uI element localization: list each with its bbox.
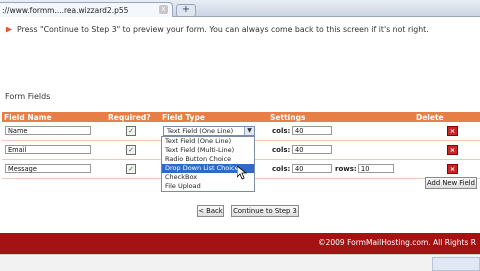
field-type-select[interactable]: Text Field (One Line) ▼ bbox=[163, 126, 255, 136]
footer-bar: ©2009 FormMailHosting.com. All Rights R bbox=[0, 233, 480, 254]
new-tab-button[interactable]: + bbox=[176, 4, 196, 17]
header-required: Required? bbox=[108, 113, 151, 122]
header-field-name: Field Name bbox=[4, 113, 52, 122]
section-title: Form Fields bbox=[5, 92, 51, 101]
back-button[interactable]: < Back bbox=[197, 205, 224, 217]
required-checkbox[interactable]: ✓ bbox=[126, 126, 136, 136]
field-name-input[interactable]: Message bbox=[5, 164, 91, 173]
field-type-dropdown-list: Text Field (One Line) Text Field (Multi-… bbox=[161, 136, 255, 192]
table-header: Field Name Required? Field Type Settings… bbox=[2, 112, 480, 122]
dropdown-option[interactable]: Radio Button Choice bbox=[162, 155, 254, 164]
system-tray bbox=[432, 257, 480, 271]
required-checkbox[interactable]: ✓ bbox=[126, 145, 136, 155]
instruction-text: Press "Continue to Step 3" to preview yo… bbox=[17, 25, 429, 34]
cols-label: cols: bbox=[272, 165, 291, 173]
field-name-input[interactable]: Name bbox=[5, 126, 91, 135]
browser-tab-strip: ://www.formm....rea.wizzard2.p55 x + bbox=[0, 0, 480, 17]
cols-input[interactable]: 40 bbox=[292, 126, 332, 135]
chevron-down-icon[interactable]: ▼ bbox=[244, 127, 254, 135]
delete-icon[interactable]: × bbox=[447, 164, 458, 174]
rows-input[interactable]: 10 bbox=[358, 164, 394, 173]
copyright-text: ©2009 FormMailHosting.com. All Rights R bbox=[318, 238, 476, 247]
cols-label: cols: bbox=[272, 127, 291, 135]
continue-button[interactable]: Continue to Step 3 bbox=[231, 205, 299, 217]
header-settings: Settings bbox=[270, 113, 306, 122]
close-tab-icon[interactable]: x bbox=[159, 5, 168, 14]
header-delete: Delete bbox=[416, 113, 444, 122]
dropdown-option[interactable]: Text Field (One Line) bbox=[162, 137, 254, 146]
cols-label: cols: bbox=[272, 146, 291, 154]
field-type-value: Text Field (One Line) bbox=[167, 127, 234, 135]
add-new-field-button[interactable]: Add New Field bbox=[425, 177, 477, 189]
delete-icon[interactable]: × bbox=[447, 126, 458, 136]
browser-tab[interactable]: ://www.formm....rea.wizzard2.p55 x bbox=[0, 2, 173, 17]
header-field-type: Field Type bbox=[162, 113, 205, 122]
cols-input[interactable]: 40 bbox=[292, 164, 332, 173]
cols-input[interactable]: 40 bbox=[292, 145, 332, 154]
mouse-cursor-icon bbox=[237, 166, 247, 180]
taskbar bbox=[0, 254, 480, 271]
instruction-row: Press "Continue to Step 3" to preview yo… bbox=[6, 25, 429, 34]
bullet-arrow-icon bbox=[6, 26, 12, 33]
tab-title: ://www.formm....rea.wizzard2.p55 bbox=[2, 5, 129, 15]
rows-label: rows: bbox=[335, 165, 357, 173]
field-name-input[interactable]: Email bbox=[5, 145, 91, 154]
required-checkbox[interactable]: ✓ bbox=[126, 164, 136, 174]
delete-icon[interactable]: × bbox=[447, 145, 458, 155]
dropdown-option[interactable]: Text Field (Multi-Line) bbox=[162, 146, 254, 155]
dropdown-option[interactable]: File Upload bbox=[162, 182, 254, 191]
